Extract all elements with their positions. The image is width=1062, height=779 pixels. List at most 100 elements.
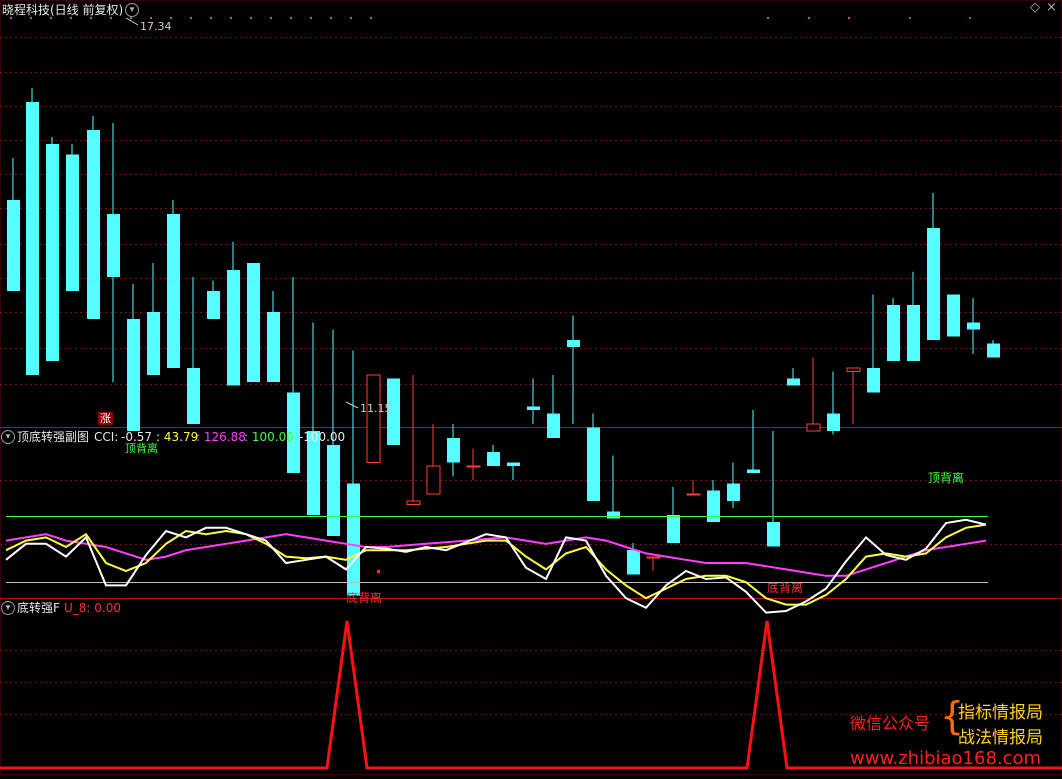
main-chart-title[interactable]: 晓程科技(日线 前复权)	[2, 3, 123, 17]
candle-body	[507, 462, 520, 466]
candle-body	[727, 483, 740, 501]
header-dot	[808, 17, 810, 19]
candle-body	[567, 340, 580, 347]
green-value: : 100.00	[244, 430, 294, 444]
candle-body	[167, 214, 180, 368]
header-dot	[848, 17, 850, 19]
candle-body	[927, 228, 940, 340]
candle-body	[547, 413, 560, 438]
candle-body	[46, 144, 59, 361]
header-dot	[30, 17, 32, 19]
watermark-line-2: 指标情报局	[958, 703, 1043, 723]
candlestick-series[interactable]	[7, 88, 1000, 596]
candle-body	[806, 423, 821, 432]
candle-body	[447, 438, 460, 463]
candle-body	[827, 413, 840, 431]
window-frame	[0, 0, 1062, 775]
signal-value: U_8: 0.00	[64, 601, 121, 615]
header-dot	[270, 17, 272, 19]
candle-body	[127, 319, 140, 431]
candle-body	[487, 452, 500, 466]
candle-body	[87, 130, 100, 319]
stock-chart-window: 17.34 11.15 顶背离 顶背离 底背离 底背离 晓程科技(日线 前复权)…	[0, 0, 1062, 775]
signal-line	[0, 620, 1062, 770]
candle-body	[587, 427, 600, 501]
header-dot	[210, 17, 212, 19]
candle-body	[707, 490, 720, 522]
header-dot	[50, 17, 52, 19]
candle-body	[607, 511, 620, 519]
candle-body	[846, 367, 861, 372]
watermark-url: www.zhibiao168.com	[850, 748, 1042, 769]
header-dot	[110, 17, 112, 19]
divergence-dot	[377, 570, 380, 573]
chevron-down-icon[interactable]: ▾	[1, 430, 15, 444]
header-dot	[290, 17, 292, 19]
candle-body	[7, 200, 20, 291]
header-dot	[90, 17, 92, 19]
candle-body	[686, 493, 701, 496]
header-dot	[767, 17, 769, 19]
candle-body	[406, 500, 421, 505]
header-dot	[969, 17, 971, 19]
header-dot	[909, 17, 911, 19]
candle-body	[747, 469, 760, 473]
watermark-line-3: 战法情报局	[958, 728, 1043, 748]
header-dot	[330, 17, 332, 19]
candle-body	[667, 515, 680, 543]
header-dot	[230, 17, 232, 19]
header-dot	[190, 17, 192, 19]
header-dot	[10, 17, 12, 19]
cci-label: CCI:	[94, 430, 119, 444]
candle-body	[366, 374, 381, 463]
candle-body	[327, 445, 340, 536]
candle-body	[867, 368, 880, 393]
header-dot	[130, 17, 132, 19]
candle-body	[646, 556, 661, 559]
high-price-label: 17.34	[140, 20, 172, 33]
bottom-divergence-label-1: 底背离	[346, 590, 382, 605]
candle-body	[527, 406, 540, 410]
candle-body	[107, 214, 120, 277]
watermark-wechat: 微信公众号	[850, 714, 931, 733]
candle-body	[267, 312, 280, 382]
candle-body	[207, 291, 220, 319]
candle-body	[967, 322, 980, 330]
header-dot	[250, 17, 252, 19]
candle-body	[147, 312, 160, 375]
header-dot	[350, 17, 352, 19]
candle-body	[66, 154, 79, 291]
chevron-down-icon[interactable]: ▾	[125, 3, 139, 17]
chart-canvas[interactable]: 17.34 11.15 顶背离 顶背离 底背离 底背离	[0, 0, 1062, 775]
chevron-down-icon[interactable]: ▾	[1, 601, 15, 615]
candle-body	[887, 305, 900, 361]
header-dot	[310, 17, 312, 19]
header-dot	[370, 17, 372, 19]
diamond-icon[interactable]: ◇	[1030, 1, 1040, 15]
header-dot	[70, 17, 72, 19]
candle-body	[247, 263, 260, 382]
gray-value: : -100.00	[291, 430, 346, 444]
signal-title[interactable]: 底转强F	[17, 601, 60, 615]
candle-body	[987, 343, 1000, 358]
header-dot	[150, 17, 152, 19]
magenta-value: : 126.88	[196, 430, 246, 444]
signal-series[interactable]	[0, 620, 1062, 770]
candle-body	[947, 294, 960, 337]
candle-body	[426, 465, 441, 495]
candle-body	[227, 270, 240, 386]
low-price-label: 11.15	[360, 402, 392, 415]
header-dot	[170, 17, 172, 19]
high-marker: 17.34	[125, 17, 172, 33]
top-divergence-label: 顶背离	[928, 470, 964, 485]
candle-body	[907, 305, 920, 361]
candle-body	[787, 378, 800, 386]
candle-body	[347, 483, 360, 596]
bottom-divergence-label-2: 底背离	[767, 580, 803, 595]
candle-body	[466, 465, 481, 468]
close-icon[interactable]: ×	[1046, 1, 1057, 15]
cci-value: -0.57	[121, 430, 153, 444]
candle-body	[627, 550, 640, 575]
zhang-badge: 涨	[98, 412, 113, 425]
indicator-title[interactable]: 顶底转强副图	[17, 430, 89, 444]
